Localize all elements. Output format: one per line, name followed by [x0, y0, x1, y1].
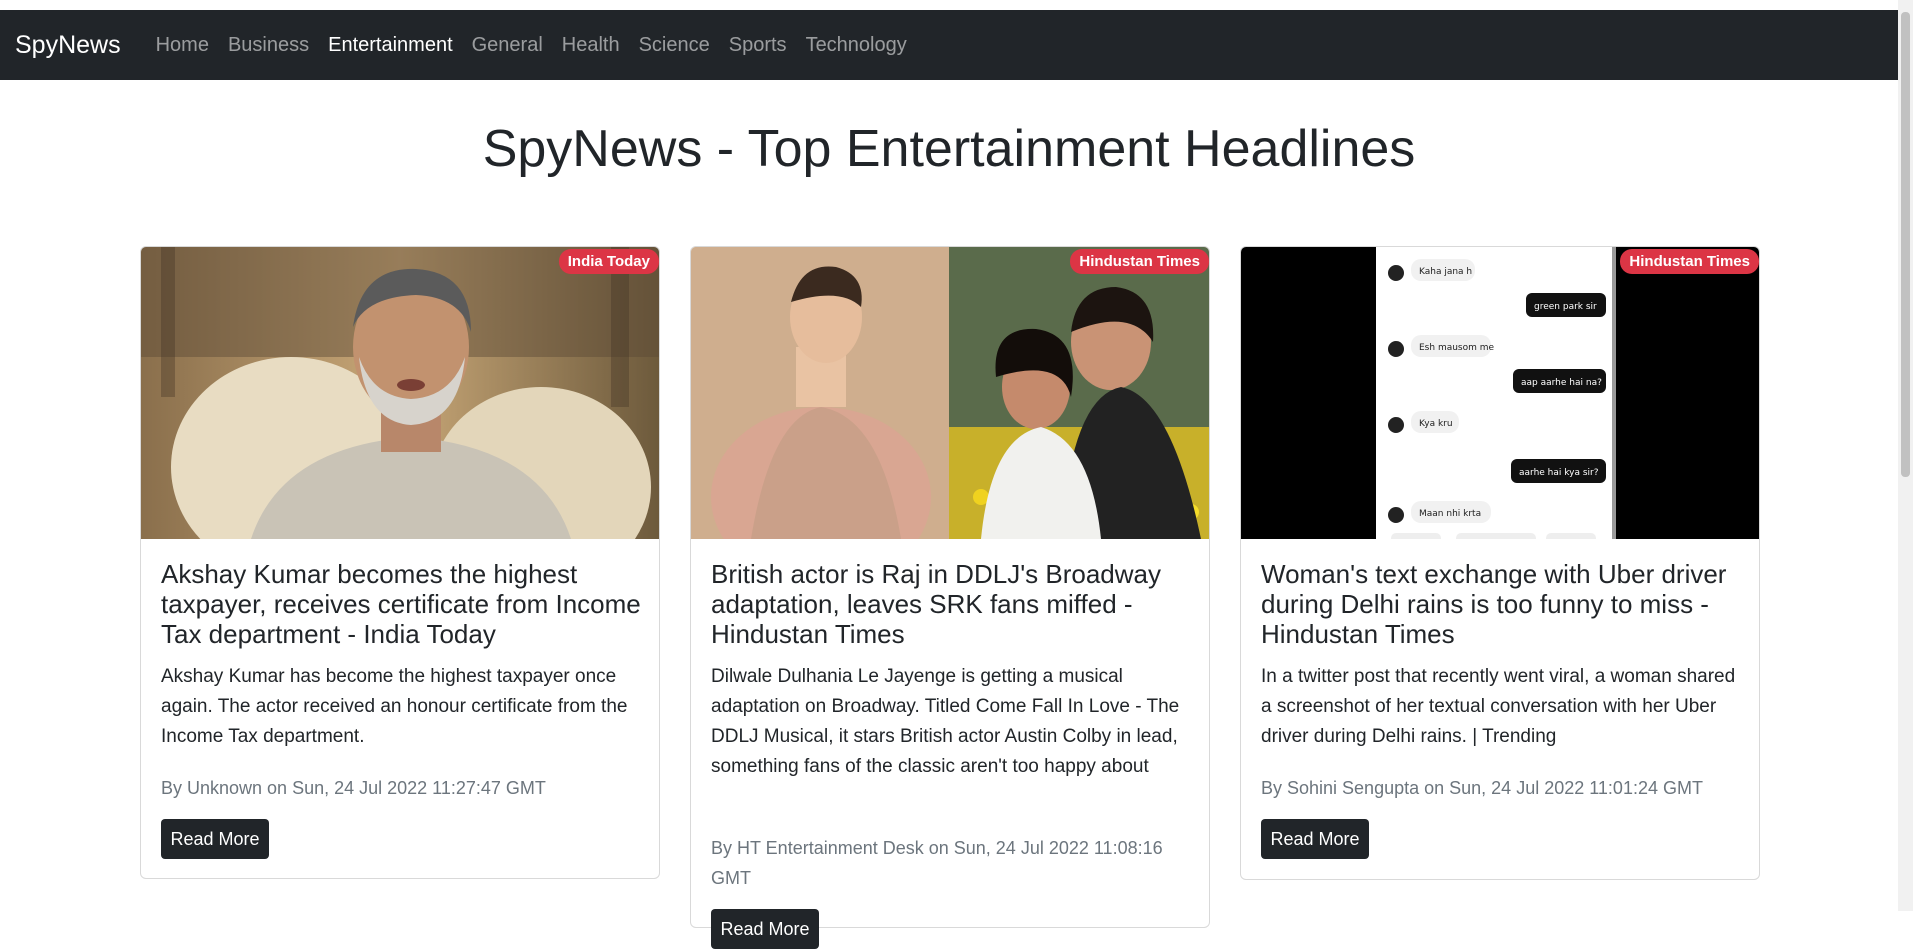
article-title: British actor is Raj in DDLJ's Broadway …: [711, 559, 1161, 649]
source-badge: Hindustan Times: [1620, 249, 1759, 274]
chat-message: Kaha jana h: [1419, 267, 1472, 277]
nav-link-sports[interactable]: Sports: [729, 34, 787, 57]
scrollbar-thumb[interactable]: [1901, 12, 1910, 477]
nav-link-business[interactable]: Business: [228, 34, 309, 57]
source-badge: Hindustan Times: [1070, 249, 1209, 274]
article-image-chat-screenshot[interactable]: Kaha jana h green park sir Esh mausom me…: [1241, 247, 1759, 539]
news-card: Hindustan Times British actor is Raj in …: [690, 246, 1210, 949]
chat-message: aap aarhe hai na?: [1521, 378, 1602, 388]
article-description: Akshay Kumar has become the highest taxp…: [161, 666, 628, 747]
top-strip: [0, 0, 1913, 10]
article-image-ddlj[interactable]: Hindustan Times: [691, 247, 1209, 539]
navbar-brand[interactable]: SpyNews: [15, 31, 121, 60]
chat-message: Kya kru: [1419, 419, 1453, 429]
article-description: In a twitter post that recently went vir…: [1261, 666, 1736, 747]
article-meta: By HT Entertainment Desk on Sun, 24 Jul …: [711, 838, 1163, 888]
chat-message: Esh mausom me: [1419, 343, 1495, 353]
news-card: Kaha jana h green park sir Esh mausom me…: [1240, 246, 1760, 880]
read-more-button[interactable]: Read More: [1261, 819, 1369, 859]
article-image-akshay-kumar[interactable]: India Today: [141, 247, 659, 539]
ddlj-collage-photo: [691, 247, 1209, 539]
chat-screenshot-image: Kaha jana h green park sir Esh mausom me…: [1241, 247, 1759, 539]
read-more-button[interactable]: Read More: [161, 819, 269, 859]
page-title: SpyNews - Top Entertainment Headlines: [482, 120, 1416, 178]
news-card: India Today Akshay Kumar becomes the hig…: [140, 246, 660, 879]
nav-link-health[interactable]: Health: [562, 34, 620, 57]
chat-message: Maan nhi krta: [1419, 509, 1481, 519]
nav-link-entertainment[interactable]: Entertainment: [328, 34, 453, 57]
navbar: SpyNews Home Business Entertainment Gene…: [0, 10, 1898, 80]
nav-link-general[interactable]: General: [472, 34, 543, 57]
nav-link-science[interactable]: Science: [639, 34, 710, 57]
article-meta: By Unknown on Sun, 24 Jul 2022 11:27:47 …: [161, 778, 546, 798]
source-badge: India Today: [558, 249, 659, 274]
chat-message: green park sir: [1534, 302, 1597, 312]
nav-link-home[interactable]: Home: [156, 34, 209, 57]
chat-message: aarhe hai kya sir?: [1519, 468, 1599, 478]
nav-link-technology[interactable]: Technology: [806, 34, 907, 57]
akshay-kumar-photo: [141, 247, 659, 539]
article-title: Woman's text exchange with Uber driver d…: [1261, 559, 1727, 649]
article-description: Dilwale Dulhania Le Jayenge is getting a…: [711, 666, 1180, 777]
article-title: Akshay Kumar becomes the highest taxpaye…: [161, 559, 641, 649]
read-more-button[interactable]: Read More: [711, 909, 819, 949]
article-meta: By Sohini Sengupta on Sun, 24 Jul 2022 1…: [1261, 778, 1703, 798]
